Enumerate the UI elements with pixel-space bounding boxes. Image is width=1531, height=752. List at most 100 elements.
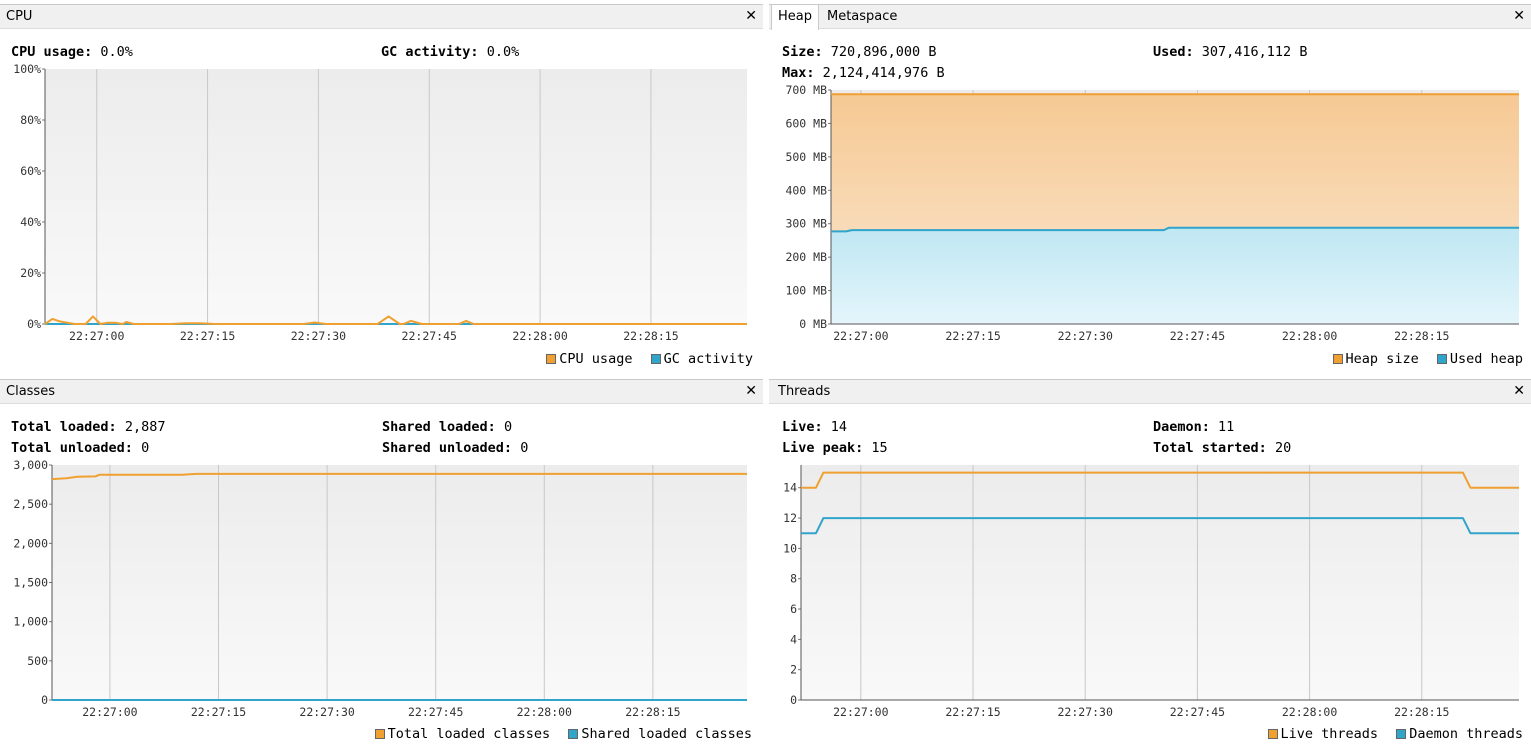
close-icon[interactable]: ✕ [745, 8, 757, 24]
y-tick-label: 0 [790, 693, 797, 707]
heap-used-label: Used: [1153, 44, 1194, 60]
cpu-legend: CPU usage GC activity [536, 351, 753, 367]
plot-background [52, 465, 747, 700]
live-peak-label: Live peak: [782, 440, 864, 456]
live-stat: Live: 14 [782, 419, 847, 435]
heap-max-stat: Max: 2,124,414,976 B [782, 65, 945, 81]
x-tick-label: 22:27:30 [1058, 705, 1113, 719]
total-loaded-value: 2,887 [124, 419, 166, 435]
y-tick-label: 1,500 [13, 576, 48, 590]
legend-label: CPU usage [559, 351, 633, 367]
shared-loaded-value: 0 [503, 419, 513, 435]
y-tick-label: 40% [20, 215, 41, 229]
x-tick-label: 22:27:00 [69, 329, 124, 343]
y-tick-label: 4 [790, 632, 797, 646]
legend-item: CPU usage [546, 351, 632, 367]
x-tick-label: 22:28:00 [1282, 329, 1337, 343]
classes-panel-header: Classes ✕ [0, 379, 763, 404]
x-tick-label: 22:27:15 [180, 329, 235, 343]
y-tick-label: 0 [41, 693, 48, 707]
y-tick-label: 700 MB [785, 83, 827, 97]
total-unloaded-stat: Total unloaded: 0 [11, 440, 149, 456]
live-peak-value: 15 [871, 440, 888, 456]
live-peak-stat: Live peak: 15 [782, 440, 888, 456]
legend-label: Used heap [1449, 351, 1523, 367]
y-tick-label: 0% [27, 317, 41, 331]
legend-label: GC activity [663, 351, 753, 367]
y-tick-label: 6 [790, 602, 797, 616]
legend-swatch-orange [374, 729, 385, 739]
close-icon[interactable]: ✕ [1513, 8, 1525, 24]
heap-used-stat: Used: 307,416,112 B [1153, 44, 1307, 60]
x-tick-label: 22:27:15 [945, 705, 1000, 719]
x-tick-label: 22:27:30 [1058, 329, 1113, 343]
total-started-stat: Total started: 20 [1153, 440, 1291, 456]
heap-chart: 22:27:00 22:27:15 22:27:30 22:27:45 22:28:00… [785, 83, 1519, 343]
legend-item: GC activity [650, 351, 753, 367]
y-tick-label: 1,000 [13, 615, 48, 629]
y-tick-label: 8 [790, 572, 797, 586]
classes-legend: Total loaded classes Shared loaded class… [365, 726, 752, 742]
legend-swatch-blue [568, 729, 579, 739]
y-tick-label: 200 MB [785, 250, 827, 264]
live-label: Live: [782, 419, 823, 435]
series-area-used-heap [831, 227, 1519, 324]
threads-chart: 22:27:00 22:27:15 22:27:30 22:27:45 22:28:00… [783, 465, 1519, 719]
legend-swatch-blue [650, 354, 661, 364]
cpu-panel-title: CPU [6, 9, 33, 24]
daemon-stat: Daemon: 11 [1153, 419, 1234, 435]
legend-item: Used heap [1436, 351, 1523, 367]
heap-panel-header: Heap Metaspace ✕ [769, 4, 1531, 30]
y-tick-label: 10 [783, 541, 797, 555]
cpu-chart: 22:27:00 22:27:15 22:27:30 22:27:45 22:28:00… [13, 62, 747, 343]
tab-heap[interactable]: Heap [771, 5, 819, 30]
legend-item: Total loaded classes [374, 726, 551, 742]
total-started-label: Total started: [1153, 440, 1267, 456]
x-tick-label: 22:28:15 [1394, 705, 1449, 719]
shared-unloaded-stat: Shared unloaded: 0 [382, 440, 528, 456]
y-tick-label: 100 MB [785, 284, 827, 298]
legend-swatch-blue [1396, 729, 1407, 739]
legend-label: Live threads [1280, 726, 1379, 742]
legend-item: Heap size [1332, 351, 1419, 367]
legend-item: Shared loaded classes [568, 726, 752, 742]
close-icon[interactable]: ✕ [745, 383, 757, 399]
gc-activity-stat: GC activity: 0.0% [381, 44, 519, 60]
cpu-usage-value: 0.0% [100, 44, 133, 60]
total-loaded-stat: Total loaded: 2,887 [11, 419, 165, 435]
classes-panel-title: Classes [6, 384, 55, 399]
y-tick-label: 500 MB [785, 150, 827, 164]
x-tick-label: 22:27:45 [1170, 329, 1225, 343]
y-tick-label: 14 [783, 481, 797, 495]
heap-size-label: Size: [782, 44, 823, 60]
x-tick-label: 22:28:00 [1282, 705, 1337, 719]
close-icon[interactable]: ✕ [1513, 383, 1525, 399]
plot-background [801, 465, 1519, 700]
threads-panel-header: Threads ✕ [769, 379, 1531, 404]
total-loaded-label: Total loaded: [11, 419, 117, 435]
y-tick-label: 80% [20, 113, 41, 127]
tab-metaspace[interactable]: Metaspace [821, 5, 903, 30]
shared-unloaded-value: 0 [520, 440, 529, 456]
threads-legend: Live threads Daemon threads [1258, 726, 1523, 742]
legend-label: Daemon threads [1409, 726, 1523, 742]
heap-legend: Heap size Used heap [1323, 351, 1523, 367]
heap-used-value: 307,416,112 B [1201, 44, 1308, 60]
daemon-label: Daemon: [1153, 419, 1210, 435]
y-tick-label: 300 MB [785, 217, 827, 231]
daemon-value: 11 [1218, 419, 1235, 435]
x-tick-label: 22:27:15 [191, 705, 246, 719]
cpu-usage-label: CPU usage: [11, 44, 93, 60]
y-tick-label: 12 [783, 511, 797, 525]
x-tick-label: 22:28:00 [512, 329, 567, 343]
legend-label: Shared loaded classes [581, 726, 752, 742]
threads-panel-title: Threads [778, 384, 831, 399]
legend-swatch-orange [1332, 354, 1343, 364]
legend-label: Total loaded classes [387, 726, 551, 742]
legend-label: Heap size [1345, 351, 1419, 367]
legend-item: Live threads [1267, 726, 1379, 742]
total-started-value: 20 [1274, 440, 1292, 456]
y-tick-label: 20% [20, 266, 41, 280]
y-tick-label: 0 MB [799, 317, 827, 331]
cpu-panel-header: CPU ✕ [0, 4, 763, 29]
